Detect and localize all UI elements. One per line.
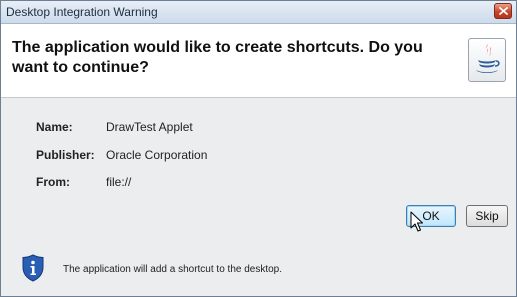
dialog-window: Desktop Integration Warning The applicat… — [0, 0, 517, 297]
window-title: Desktop Integration Warning — [6, 5, 158, 19]
header-panel: The application would like to create sho… — [1, 24, 516, 98]
skip-button[interactable]: Skip — [466, 205, 508, 227]
title-bar[interactable]: Desktop Integration Warning — [1, 1, 516, 24]
publisher-label: Publisher: — [36, 148, 95, 162]
publisher-value: Oracle Corporation — [106, 148, 208, 162]
shield-info-icon — [22, 254, 44, 282]
close-button[interactable] — [494, 3, 512, 19]
warning-message: The application would like to create sho… — [12, 39, 423, 76]
close-icon — [499, 7, 508, 15]
name-value: DrawTest Applet — [106, 120, 193, 134]
name-label: Name: — [36, 120, 73, 134]
java-logo-icon — [476, 44, 500, 73]
from-value: file:// — [106, 175, 132, 189]
from-label: From: — [36, 175, 70, 189]
java-logo — [468, 38, 506, 82]
footer-info-text: The application will add a shortcut to t… — [63, 264, 283, 275]
mouse-pointer-icon — [410, 211, 423, 232]
